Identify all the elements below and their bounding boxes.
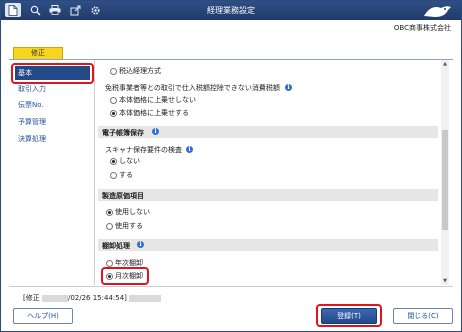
close-button[interactable]: 閉じる(C) xyxy=(393,308,453,324)
tax-option-add-radio[interactable] xyxy=(110,110,117,117)
tax-option-no-add-radio[interactable] xyxy=(110,97,117,104)
register-button[interactable]: 登録(T) xyxy=(321,308,377,324)
status-redacted xyxy=(128,294,161,302)
company-logo xyxy=(421,2,453,19)
tax-option-add-label: 本体価格に上乗せする xyxy=(119,109,189,117)
inventory-option-yearly-label: 年次棚卸 xyxy=(115,259,143,267)
tax-question-label: 免税事業者等との取引で仕入税額控除できない消費税額 xyxy=(105,84,280,92)
section-header-inventory: 棚卸処理 i xyxy=(98,239,438,251)
info-icon[interactable]: i xyxy=(285,84,292,91)
window-title: 経理業務設定 xyxy=(207,6,255,15)
help-button[interactable]: ヘルプ(H) xyxy=(13,308,73,324)
info-icon[interactable]: i xyxy=(152,128,159,135)
tax-inclusive-label: 税込経理方式 xyxy=(119,67,161,75)
tax-option-no-add-label: 本体価格に上乗せしない xyxy=(119,96,196,104)
section-title-cost: 製造原価項目 xyxy=(102,192,144,200)
inventory-option-yearly-radio[interactable] xyxy=(106,260,113,267)
vertical-scrollbar[interactable]: ▲ ▼ xyxy=(441,60,449,285)
sidebar-item-basic[interactable]: 基本 xyxy=(15,66,90,80)
company-name: OBC商事株式会社 xyxy=(393,24,451,32)
sidebar-item-transaction-input[interactable]: 取引入力 xyxy=(15,82,90,96)
sidebar: 基本 取引入力 伝票No. 予算管理 決算処理 xyxy=(9,60,95,285)
scanner-question-label: スキャナ保存要件の検査 xyxy=(105,146,182,154)
status-datetime: /02/26 15:44:54] xyxy=(67,294,127,302)
section-header-cost: 製造原価項目 xyxy=(98,189,438,201)
status-prefix: [修正 xyxy=(23,294,40,302)
sidebar-item-closing[interactable]: 決算処理 xyxy=(15,132,90,146)
status-line: [修正 /02/26 15:44:54] xyxy=(23,293,161,303)
cost-option-unused-radio[interactable] xyxy=(106,209,113,216)
status-redacted xyxy=(41,294,68,302)
inventory-option-monthly-radio[interactable] xyxy=(106,273,113,280)
settings-window: 経理業務設定 OBC商事株式会社 修正 基本 取引入力 伝票No. 予算管理 決… xyxy=(0,0,462,332)
cost-option-used-label: 使用する xyxy=(115,222,143,230)
title-bar: 経理業務設定 xyxy=(1,1,461,20)
cost-option-unused-label: 使用しない xyxy=(115,208,150,216)
info-icon[interactable]: i xyxy=(137,241,144,248)
scanner-option-yes-radio[interactable] xyxy=(110,172,117,179)
scroll-down-icon[interactable]: ▼ xyxy=(441,277,449,285)
section-title-inventory: 棚卸処理 xyxy=(102,242,130,250)
section-header-denshi: 電子帳簿保存 i xyxy=(98,126,438,138)
info-icon[interactable]: i xyxy=(186,146,193,153)
sidebar-item-budget[interactable]: 予算管理 xyxy=(15,115,90,129)
settings-content: 税込経理方式 免税事業者等との取引で仕入税額控除できない消費税額 i 本体価格に… xyxy=(95,60,441,285)
scroll-up-icon[interactable]: ▲ xyxy=(441,60,449,68)
sidebar-item-voucher-number[interactable]: 伝票No. xyxy=(15,98,90,112)
scanner-option-no-radio[interactable] xyxy=(110,158,117,165)
scanner-option-yes-label: する xyxy=(119,171,133,179)
section-title-denshi: 電子帳簿保存 xyxy=(102,129,144,137)
footer-divider xyxy=(9,286,453,287)
cost-option-used-radio[interactable] xyxy=(106,223,113,230)
tax-inclusive-radio[interactable] xyxy=(110,68,117,75)
inventory-option-monthly-label: 月次棚卸 xyxy=(115,272,143,280)
scanner-option-no-label: しない xyxy=(119,157,140,165)
scrollbar-thumb[interactable] xyxy=(442,130,448,230)
